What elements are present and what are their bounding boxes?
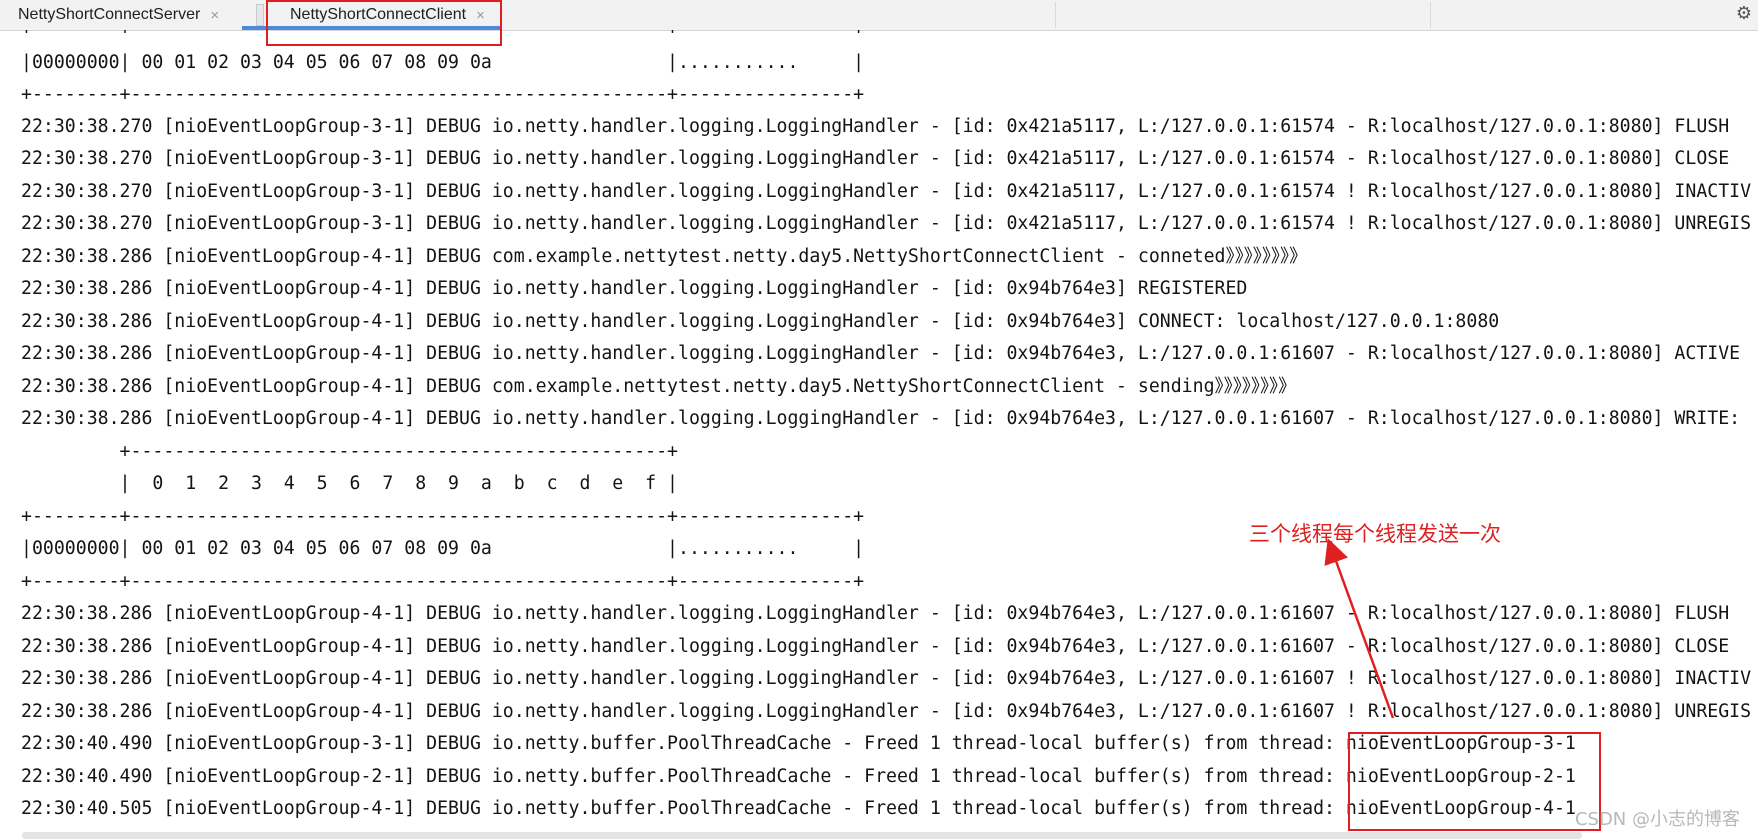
console-line: 22:30:38.286 [nioEventLoopGroup-4-1] DEB… (21, 246, 1308, 267)
console-line: | 0 1 2 3 4 5 6 7 8 9 a b c d e f | (21, 473, 678, 494)
console-line: 22:30:38.286 [nioEventLoopGroup-4-1] DEB… (21, 636, 1730, 657)
console-line: 22:30:40.505 [nioEventLoopGroup-4-1] DEB… (21, 798, 1576, 819)
console-line: +--------+------------------------------… (21, 84, 865, 105)
console-line: 22:30:38.286 [nioEventLoopGroup-4-1] DEB… (21, 408, 1741, 429)
watermark: CSDN @小志的博客 (1574, 809, 1740, 830)
console-line: +--------+------------------------------… (21, 571, 865, 592)
console-line: 22:30:38.286 [nioEventLoopGroup-4-1] DEB… (21, 311, 1500, 332)
console-output: +--------+------------------------------… (0, 30, 1758, 830)
console-line: |00000000| 00 01 02 03 04 05 06 07 08 09… (21, 52, 865, 73)
console-line: 22:30:38.286 [nioEventLoopGroup-4-1] DEB… (21, 701, 1752, 722)
console-line: 22:30:38.270 [nioEventLoopGroup-3-1] DEB… (21, 116, 1730, 137)
gear-icon[interactable]: ⚙ (1732, 0, 1756, 26)
console-line: |00000000| 00 01 02 03 04 05 06 07 08 09… (21, 538, 865, 559)
console-line: 22:30:38.286 [nioEventLoopGroup-4-1] DEB… (21, 603, 1730, 624)
console-line: 22:30:40.490 [nioEventLoopGroup-2-1] DEB… (21, 766, 1576, 787)
console-line: +---------------------------------------… (21, 441, 678, 462)
tab-separator (256, 4, 264, 26)
editor-tab-bar: NettyShortConnectServer × NettyShortConn… (0, 0, 1758, 31)
console-line: 22:30:38.270 [nioEventLoopGroup-3-1] DEB… (21, 148, 1730, 169)
highlight-box-client-tab (266, 0, 502, 46)
console-line: 22:30:38.286 [nioEventLoopGroup-4-1] DEB… (21, 376, 1297, 397)
console-line: +--------+------------------------------… (21, 506, 865, 527)
tab-netty-short-connect-server[interactable]: NettyShortConnectServer × (18, 0, 219, 30)
close-icon[interactable]: × (210, 7, 219, 24)
console-line: 22:30:40.490 [nioEventLoopGroup-3-1] DEB… (21, 733, 1576, 754)
console-line: 22:30:38.286 [nioEventLoopGroup-4-1] DEB… (21, 668, 1752, 689)
highlight-box-thread-names (1348, 732, 1601, 831)
annotation-label: 三个线程每个线程发送一次 (1249, 522, 1501, 546)
tab-label: NettyShortConnectServer (18, 6, 201, 23)
console-line: 22:30:38.270 [nioEventLoopGroup-3-1] DEB… (21, 181, 1752, 202)
console-line: 22:30:38.286 [nioEventLoopGroup-4-1] DEB… (21, 343, 1741, 364)
screenshot-root: NettyShortConnectServer × NettyShortConn… (0, 0, 1758, 839)
console-line: 22:30:38.286 [nioEventLoopGroup-4-1] DEB… (21, 278, 1248, 299)
horizontal-scrollbar[interactable] (22, 832, 1582, 839)
console-line: 22:30:38.270 [nioEventLoopGroup-3-1] DEB… (21, 213, 1752, 234)
tab-divider (1430, 2, 1431, 28)
tab-divider (1055, 2, 1056, 28)
